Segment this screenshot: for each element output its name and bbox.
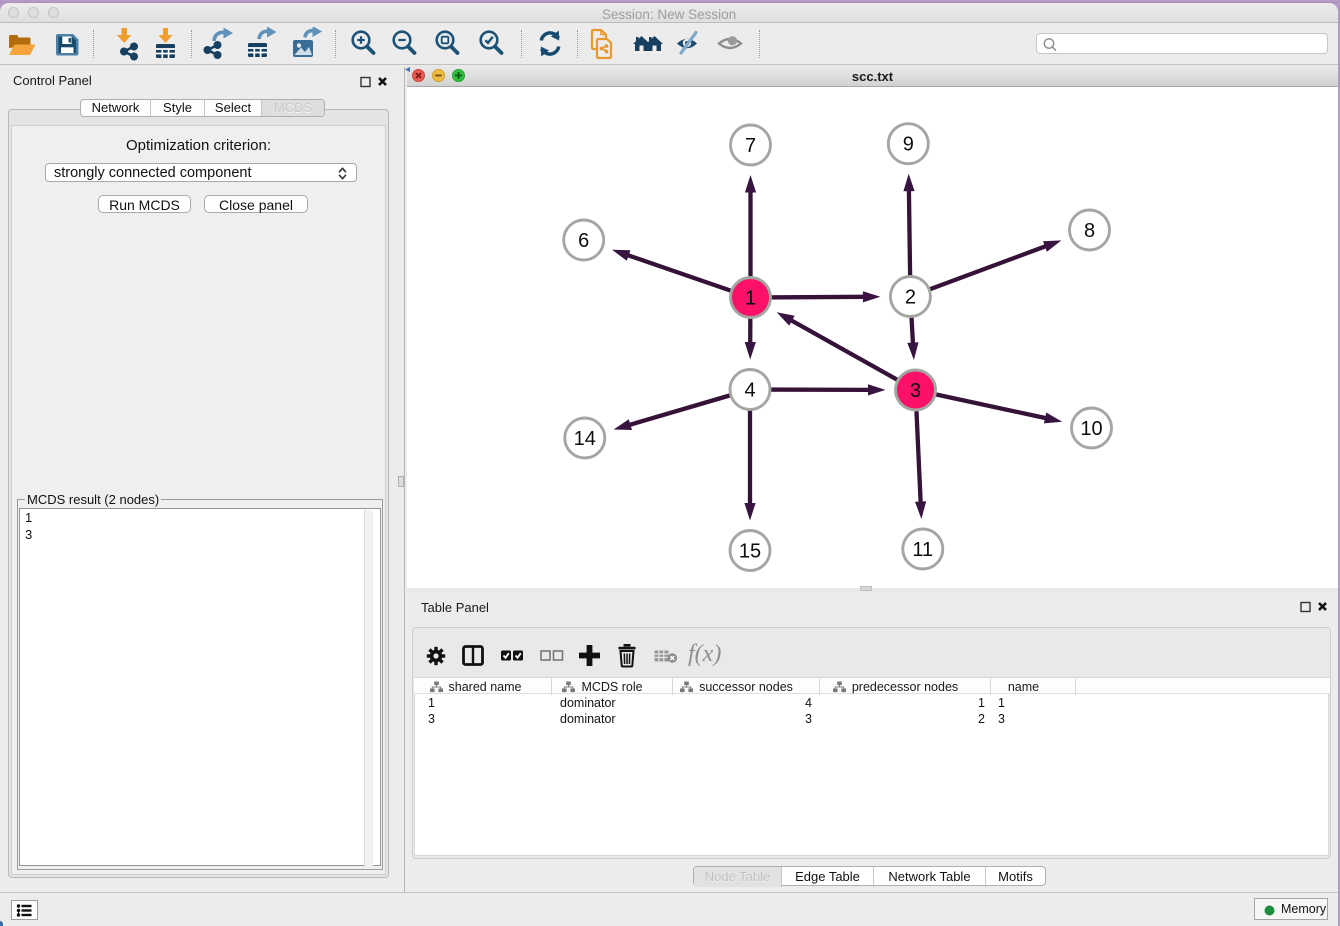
svg-text:7: 7 bbox=[745, 135, 756, 157]
svg-text:9: 9 bbox=[903, 134, 914, 156]
svg-text:2: 2 bbox=[905, 286, 916, 308]
svg-text:1: 1 bbox=[745, 287, 756, 309]
svg-text:3: 3 bbox=[910, 380, 921, 402]
svg-text:4: 4 bbox=[744, 379, 755, 401]
svg-text:14: 14 bbox=[574, 428, 596, 450]
svg-text:8: 8 bbox=[1084, 220, 1095, 242]
svg-text:10: 10 bbox=[1080, 418, 1102, 440]
svg-text:11: 11 bbox=[912, 539, 933, 561]
svg-text:6: 6 bbox=[578, 230, 589, 252]
svg-text:15: 15 bbox=[739, 540, 761, 562]
